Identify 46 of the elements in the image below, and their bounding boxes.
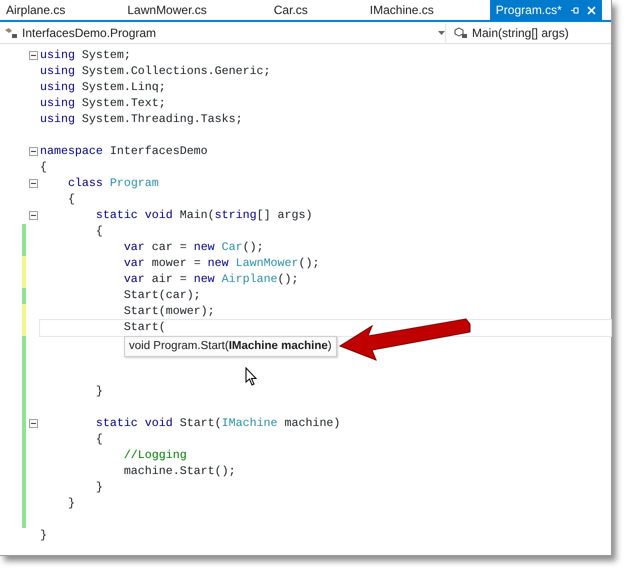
code-line-text: } xyxy=(94,481,103,494)
code-line-text: using System.Linq; xyxy=(40,81,166,94)
code-line-text: var air = new Airplane(); xyxy=(122,273,299,286)
code-line-text: Start( xyxy=(122,321,166,334)
member-dropdown[interactable]: Main(string[] args) xyxy=(445,24,569,42)
code-line-text: class Program xyxy=(66,177,159,190)
collapse-icon[interactable] xyxy=(29,419,38,428)
collapse-icon[interactable] xyxy=(29,179,38,188)
document-tab[interactable]: IMachine.cs xyxy=(364,0,440,20)
code-line-text: Start(car); xyxy=(122,289,201,302)
class-icon xyxy=(4,26,18,38)
collapse-icon[interactable] xyxy=(29,211,38,220)
document-tab[interactable]: Car.cs xyxy=(268,0,314,20)
dropdown-caret-icon xyxy=(438,30,445,34)
code-line-text: var car = new Car(); xyxy=(122,241,264,254)
mouse-cursor-icon xyxy=(245,367,259,387)
signature-tooltip: void Program.Start(IMachine machine) xyxy=(124,336,337,358)
code-line-text: { xyxy=(66,193,75,206)
code-line-text: using System.Collections.Generic; xyxy=(40,65,271,78)
code-line-text: using System; xyxy=(40,49,131,62)
code-line-text: namespace InterfacesDemo xyxy=(40,145,208,158)
dropdown-value: InterfacesDemo.Program xyxy=(22,24,158,42)
close-icon[interactable] xyxy=(586,6,596,14)
collapse-icon[interactable] xyxy=(29,51,38,60)
code-line-text: using System.Threading.Tasks; xyxy=(40,113,243,126)
code-line-text: } xyxy=(40,529,47,542)
code-line-text: { xyxy=(94,225,103,238)
pin-icon[interactable] xyxy=(570,6,579,14)
code-line-text: Start(mower); xyxy=(122,305,215,318)
code-line-text: machine.Start(); xyxy=(122,465,236,478)
document-tab[interactable]: Airplane.cs xyxy=(0,0,72,20)
document-tab[interactable]: LawnMower.cs xyxy=(121,0,213,20)
code-line-text: //Logging xyxy=(122,449,187,462)
code-line-text: var mower = new LawnMower(); xyxy=(122,257,320,270)
collapse-icon[interactable] xyxy=(29,147,38,156)
code-line-text: static void Main(string[] args) xyxy=(94,209,312,222)
code-line-text: { xyxy=(94,433,103,446)
type-dropdown[interactable]: InterfacesDemo.Program xyxy=(0,24,445,42)
code-line-text: } xyxy=(66,497,75,510)
document-tab[interactable]: Program.cs* xyxy=(490,0,602,20)
code-line-text: static void Start(IMachine machine) xyxy=(94,417,340,430)
code-line-text: using System.Text; xyxy=(40,97,166,110)
method-icon xyxy=(454,26,468,38)
dropdown-value: Main(string[] args) xyxy=(472,24,569,42)
code-line-text: { xyxy=(40,161,47,174)
code-line-text: } xyxy=(94,385,103,398)
